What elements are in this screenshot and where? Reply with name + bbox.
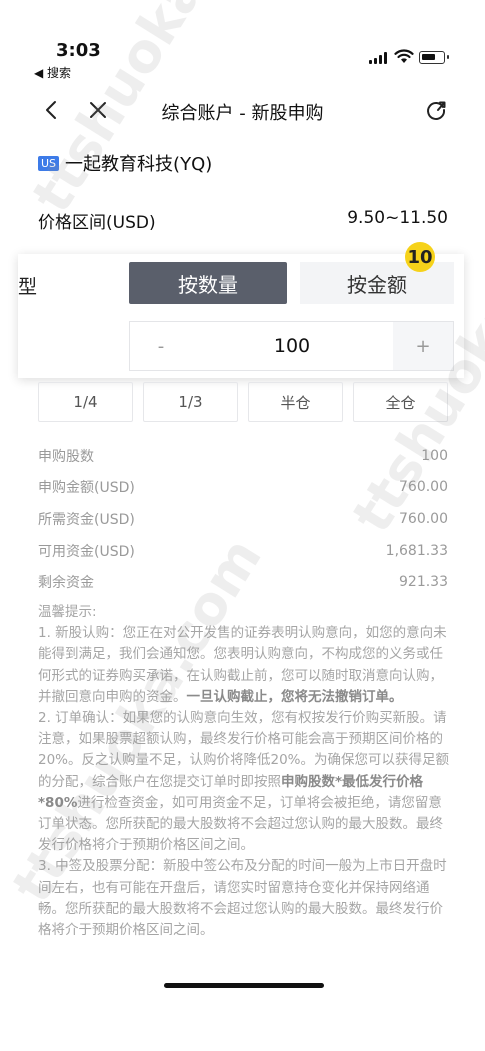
stock-name: 一起教育科技(YQ) — [65, 154, 213, 175]
detail-label: 所需资金(USD) — [38, 511, 135, 528]
status-time: 3:03 — [56, 40, 101, 61]
fraction-quarter-button[interactable]: 1/4 — [38, 382, 133, 422]
detail-row: 申购股数 100 — [38, 440, 448, 472]
detail-row: 剩余资金 921.33 — [38, 566, 448, 598]
detail-label: 可用资金(USD) — [38, 543, 135, 560]
detail-value: 1,681.33 — [385, 542, 448, 559]
status-bar: 3:03 ◀ 搜索 — [0, 0, 485, 88]
detail-row: 所需资金(USD) 760.00 — [38, 503, 448, 535]
back-to-search-link[interactable]: ◀ 搜索 — [34, 64, 71, 81]
order-type-label: 型 — [18, 276, 38, 298]
quantity-stepper: - 100 + — [129, 321, 454, 371]
detail-value: 760.00 — [399, 510, 448, 527]
price-range-value: 9.50~11.50 — [347, 208, 448, 228]
wifi-icon — [394, 49, 414, 63]
price-range-label: 价格区间(USD) — [38, 213, 156, 233]
tips-section: 温馨提示: 1. 新股认购：您正在对公开发售的证券表明认购意向，如您的意向未能得… — [38, 602, 450, 957]
refresh-icon[interactable] — [424, 98, 448, 122]
nav-bar: 综合账户 - 新股申购 — [0, 88, 485, 134]
by-amount-tab[interactable]: 按金额 — [300, 262, 454, 304]
price-range-row: 价格区间(USD) 9.50~11.50 — [38, 208, 448, 233]
tips-paragraph: 1. 新股认购：您正在对公开发售的证券表明认购意向，如您的意向未能得到满足，我们… — [38, 625, 447, 705]
detail-value: 760.00 — [399, 479, 448, 496]
detail-row: 申购金额(USD) 760.00 — [38, 472, 448, 504]
step-number-badge: 10 — [405, 242, 435, 272]
tips-paragraph: 3. 中签及股票分配：新股中签公布及分配的时间一般为上市日开盘时间左右，也有可能… — [38, 858, 447, 939]
home-indicator — [164, 983, 324, 988]
tips-paragraph: 2. 订单确认：如果您的认购意向生效，您有权按发行价购买新股。请注意，如果股票超… — [38, 710, 450, 854]
page-title: 综合账户 - 新股申购 — [161, 103, 324, 124]
position-fraction-buttons: 1/4 1/3 半仓 全仓 — [38, 382, 448, 422]
tips-title: 温馨提示: — [38, 604, 97, 620]
fraction-third-button[interactable]: 1/3 — [143, 382, 238, 422]
fraction-full-button[interactable]: 全仓 — [353, 382, 448, 422]
cellular-signal-icon — [369, 52, 387, 64]
detail-value: 100 — [421, 447, 448, 464]
decrease-button[interactable]: - — [130, 322, 192, 370]
increase-button[interactable]: + — [393, 322, 453, 370]
by-quantity-tab[interactable]: 按数量 — [129, 262, 287, 304]
detail-label: 剩余资金 — [38, 575, 94, 592]
order-panel: 型 按数量 按金额 10 - 100 + — [18, 242, 464, 378]
detail-label: 申购股数 — [38, 448, 94, 465]
detail-label: 申购金额(USD) — [38, 480, 135, 497]
subscription-details: 申购股数 100 申购金额(USD) 760.00 所需资金(USD) 760.00 … — [38, 440, 448, 598]
stock-header: US 一起教育科技(YQ) — [38, 150, 212, 176]
battery-icon — [419, 51, 449, 64]
market-badge: US — [38, 155, 60, 171]
quantity-input[interactable]: 100 — [192, 322, 392, 370]
detail-row: 可用资金(USD) 1,681.33 — [38, 535, 448, 567]
fraction-half-button[interactable]: 半仓 — [248, 382, 343, 422]
detail-value: 921.33 — [399, 574, 448, 591]
